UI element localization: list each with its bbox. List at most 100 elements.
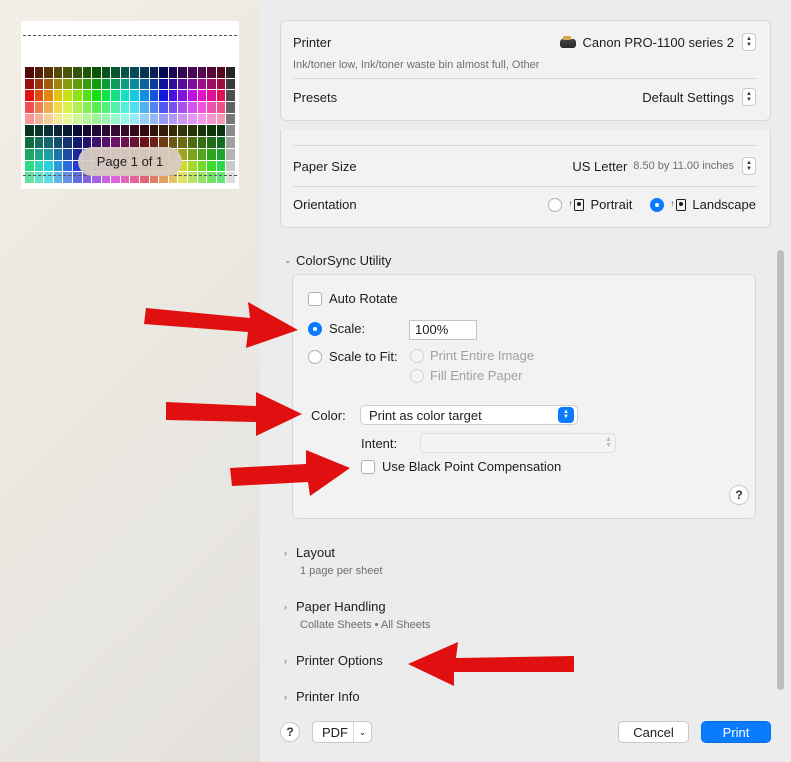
color-swatch [226, 78, 235, 90]
section-printer-options[interactable]: › Printer Options [284, 653, 383, 668]
scale-radio[interactable] [308, 321, 322, 336]
section-title: Paper Handling [296, 599, 386, 614]
color-swatch [101, 78, 111, 90]
paper-size-select[interactable]: US Letter 8.50 by 11.00 inches ▲ ▼ [572, 157, 756, 175]
bpc-checkbox[interactable] [361, 459, 375, 474]
color-swatch [53, 148, 63, 160]
chevron-updown-icon: ▲ ▼ [742, 33, 756, 51]
help-icon[interactable]: ? [280, 722, 300, 742]
color-swatch [34, 102, 44, 113]
color-swatch [63, 67, 72, 78]
cancel-button[interactable]: Cancel [618, 721, 689, 743]
paper-size-value: US Letter [572, 158, 628, 174]
help-icon[interactable]: ? [729, 485, 749, 505]
pdf-label: PDF [322, 724, 348, 740]
color-swatch [53, 78, 63, 90]
color-swatch [72, 137, 82, 148]
landscape-radio[interactable] [650, 197, 665, 212]
color-swatch [92, 90, 101, 102]
dashed-line [23, 35, 237, 36]
color-swatch [207, 160, 216, 172]
section-subtitle: 1 page per sheet [300, 565, 383, 577]
fill-entire-paper-radio[interactable] [410, 368, 424, 383]
color-swatch [216, 148, 226, 160]
section-title: Layout [296, 545, 336, 560]
color-swatch [207, 102, 216, 113]
intent-popup[interactable]: ▲ ▼ [420, 433, 616, 453]
color-swatch [207, 172, 216, 183]
color-swatch [226, 125, 235, 137]
color-swatch [149, 113, 159, 125]
color-swatch [188, 102, 197, 113]
color-value: Print as color target [369, 407, 482, 423]
divider [293, 145, 758, 146]
pdf-menu-button[interactable]: PDF ⌄ [312, 721, 372, 743]
color-swatch [111, 113, 120, 125]
color-swatch [53, 137, 63, 148]
color-popup[interactable]: Print as color target ▲ ▼ [360, 405, 578, 425]
bpc-option[interactable]: Use Black Point Compensation [361, 459, 561, 474]
color-swatch [72, 113, 82, 125]
presets-row: Presets Default Settings ▲ ▼ [293, 88, 756, 106]
fill-entire-paper-option[interactable]: Fill Entire Paper [410, 368, 522, 383]
color-swatch [216, 78, 226, 90]
paper-size-label: Paper Size [293, 158, 357, 174]
color-swatch [34, 90, 44, 102]
color-swatch [44, 90, 53, 102]
color-swatch [82, 90, 92, 102]
auto-rotate-checkbox[interactable] [308, 291, 322, 306]
color-swatch [25, 160, 34, 172]
color-swatch [226, 102, 235, 113]
color-swatch [178, 90, 188, 102]
print-entire-image-label: Print Entire Image [430, 348, 535, 363]
color-swatch [44, 113, 53, 125]
color-swatch [197, 172, 207, 183]
landscape-label[interactable]: Landscape [692, 197, 756, 212]
color-swatch [25, 102, 34, 113]
printer-select[interactable]: Canon PRO-1100 series 2 ▲ ▼ [560, 33, 756, 51]
scale-option[interactable]: Scale: [308, 321, 365, 336]
color-swatch [188, 125, 197, 137]
scrollbar-thumb[interactable] [777, 250, 784, 690]
color-swatch [226, 172, 235, 183]
presets-select[interactable]: Default Settings ▲ ▼ [642, 88, 756, 106]
section-layout[interactable]: › Layout [284, 545, 335, 560]
color-swatch [168, 78, 178, 90]
print-entire-image-radio[interactable] [410, 348, 424, 363]
portrait-radio[interactable] [548, 197, 563, 212]
color-swatch [44, 102, 53, 113]
color-swatch [25, 67, 34, 78]
color-swatch [111, 102, 120, 113]
color-swatch [140, 67, 149, 78]
chevron-right-icon: › [284, 655, 287, 666]
print-entire-image-option[interactable]: Print Entire Image [410, 348, 534, 363]
printer-name: Canon PRO-1100 series 2 [582, 34, 734, 50]
color-swatch [34, 78, 44, 90]
color-swatch [226, 160, 235, 172]
scale-to-fit-option[interactable]: Scale to Fit: [308, 349, 398, 364]
print-button[interactable]: Print [701, 721, 771, 743]
color-swatch [44, 172, 53, 183]
color-swatch [207, 137, 216, 148]
color-swatch [120, 102, 130, 113]
auto-rotate-option[interactable]: Auto Rotate [308, 291, 398, 306]
chevron-right-icon: › [284, 547, 287, 558]
scale-input[interactable]: 100% [409, 320, 477, 340]
color-swatch [25, 78, 34, 90]
color-swatch [207, 67, 216, 78]
color-swatch [25, 172, 34, 183]
colorsync-box: Auto Rotate Scale: 100% Scale to Fit: Pr… [292, 274, 756, 519]
color-swatch [25, 137, 34, 148]
section-printer-info[interactable]: › Printer Info [284, 689, 360, 704]
color-swatch [63, 125, 72, 137]
section-title: Printer Info [296, 689, 360, 704]
colorsync-header[interactable]: ⌄ ColorSync Utility [284, 253, 391, 268]
scale-to-fit-radio[interactable] [308, 349, 322, 364]
color-swatch [197, 160, 207, 172]
portrait-label[interactable]: Portrait [590, 197, 632, 212]
section-paper-handling[interactable]: › Paper Handling [284, 599, 386, 614]
presets-label: Presets [293, 89, 338, 105]
color-swatch [101, 125, 111, 137]
auto-rotate-label: Auto Rotate [329, 291, 398, 306]
color-swatch [130, 90, 140, 102]
